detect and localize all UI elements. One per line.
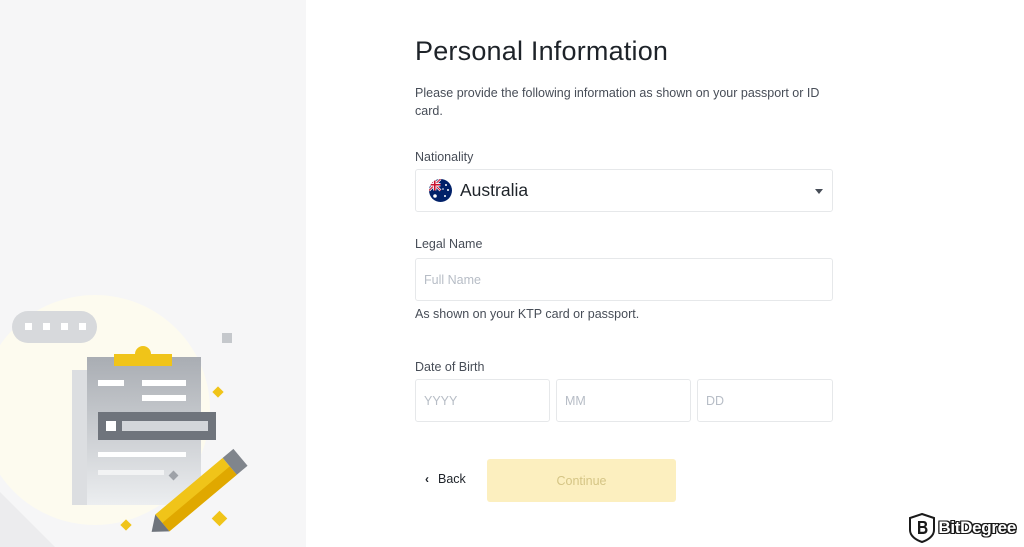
page-subtitle: Please provide the following information… — [415, 86, 820, 118]
dob-label: Date of Birth — [415, 360, 485, 374]
illustration-panel — [0, 0, 306, 547]
legal-name-label: Legal Name — [415, 237, 483, 251]
chevron-left-icon: ‹ — [425, 472, 429, 486]
legal-name-input[interactable] — [415, 258, 833, 301]
back-button[interactable]: ‹ Back — [425, 472, 466, 486]
page-title: Personal Information — [415, 36, 669, 66]
bitdegree-watermark: BitDegree — [909, 513, 1016, 543]
nationality-select[interactable]: Australia — [415, 169, 833, 212]
nationality-value: Australia — [460, 180, 529, 200]
continue-button[interactable]: Continue — [487, 459, 676, 502]
bitdegree-logo-icon — [909, 513, 936, 543]
dob-day-input[interactable] — [697, 379, 833, 422]
australia-flag-icon — [429, 179, 452, 202]
dob-month-input[interactable] — [556, 379, 691, 422]
dob-year-input[interactable] — [415, 379, 550, 422]
back-label: Back — [438, 472, 466, 486]
document-edit-illustration — [0, 295, 248, 547]
caret-down-icon — [815, 189, 823, 194]
legal-name-hint: As shown on your KTP card or passport. — [415, 307, 640, 321]
bitdegree-wordmark: BitDegree — [938, 518, 1016, 537]
nationality-label: Nationality — [415, 150, 474, 164]
